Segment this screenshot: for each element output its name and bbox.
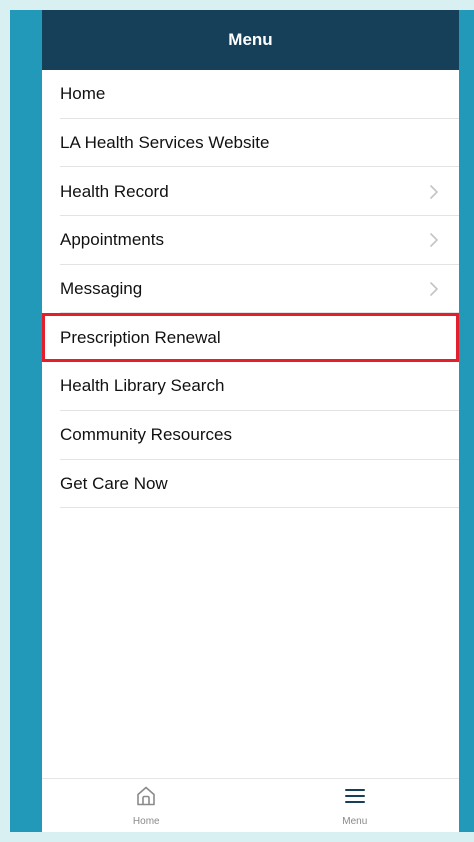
menu-item-label: LA Health Services Website xyxy=(60,133,270,153)
chevron-right-icon xyxy=(427,184,441,200)
menu-item-la-health-services-website[interactable]: LA Health Services Website xyxy=(42,119,459,168)
menu-list: Home LA Health Services Website Health R… xyxy=(42,70,459,778)
menu-item-health-library-search[interactable]: Health Library Search xyxy=(42,362,459,411)
tab-home[interactable]: Home xyxy=(42,779,251,832)
menu-item-appointments[interactable]: Appointments xyxy=(42,216,459,265)
menu-header: Menu xyxy=(42,10,459,70)
tab-home-label: Home xyxy=(132,816,160,827)
menu-item-label: Prescription Renewal xyxy=(60,327,221,347)
background-strip-right xyxy=(459,10,474,832)
menu-item-label: Get Care Now xyxy=(60,473,168,493)
menu-title: Menu xyxy=(228,30,273,49)
tab-menu[interactable]: Menu xyxy=(251,779,460,832)
menu-item-label: Health Record xyxy=(60,181,169,201)
menu-item-label: Community Resources xyxy=(60,425,232,445)
menu-item-get-care-now[interactable]: Get Care Now xyxy=(42,460,459,509)
menu-item-home[interactable]: Home xyxy=(42,70,459,119)
menu-item-label: Appointments xyxy=(60,230,164,250)
tab-menu-label: Menu xyxy=(342,816,368,827)
hamburger-menu-icon xyxy=(343,784,367,813)
menu-item-messaging[interactable]: Messaging xyxy=(42,265,459,314)
menu-item-prescription-renewal[interactable]: Prescription Renewal xyxy=(42,313,459,363)
home-icon xyxy=(134,784,158,813)
chevron-right-icon xyxy=(427,281,441,297)
background-strip-left xyxy=(10,10,42,832)
menu-item-label: Home xyxy=(60,84,106,104)
menu-item-label: Health Library Search xyxy=(60,376,225,396)
chevron-right-icon xyxy=(427,232,441,248)
bottom-tab-bar: Home Menu xyxy=(42,778,459,832)
menu-panel: Menu Home LA Health Services Website Hea… xyxy=(42,10,459,832)
menu-item-label: Messaging xyxy=(60,279,143,299)
menu-item-health-record[interactable]: Health Record xyxy=(42,167,459,216)
menu-item-community-resources[interactable]: Community Resources xyxy=(42,411,459,460)
